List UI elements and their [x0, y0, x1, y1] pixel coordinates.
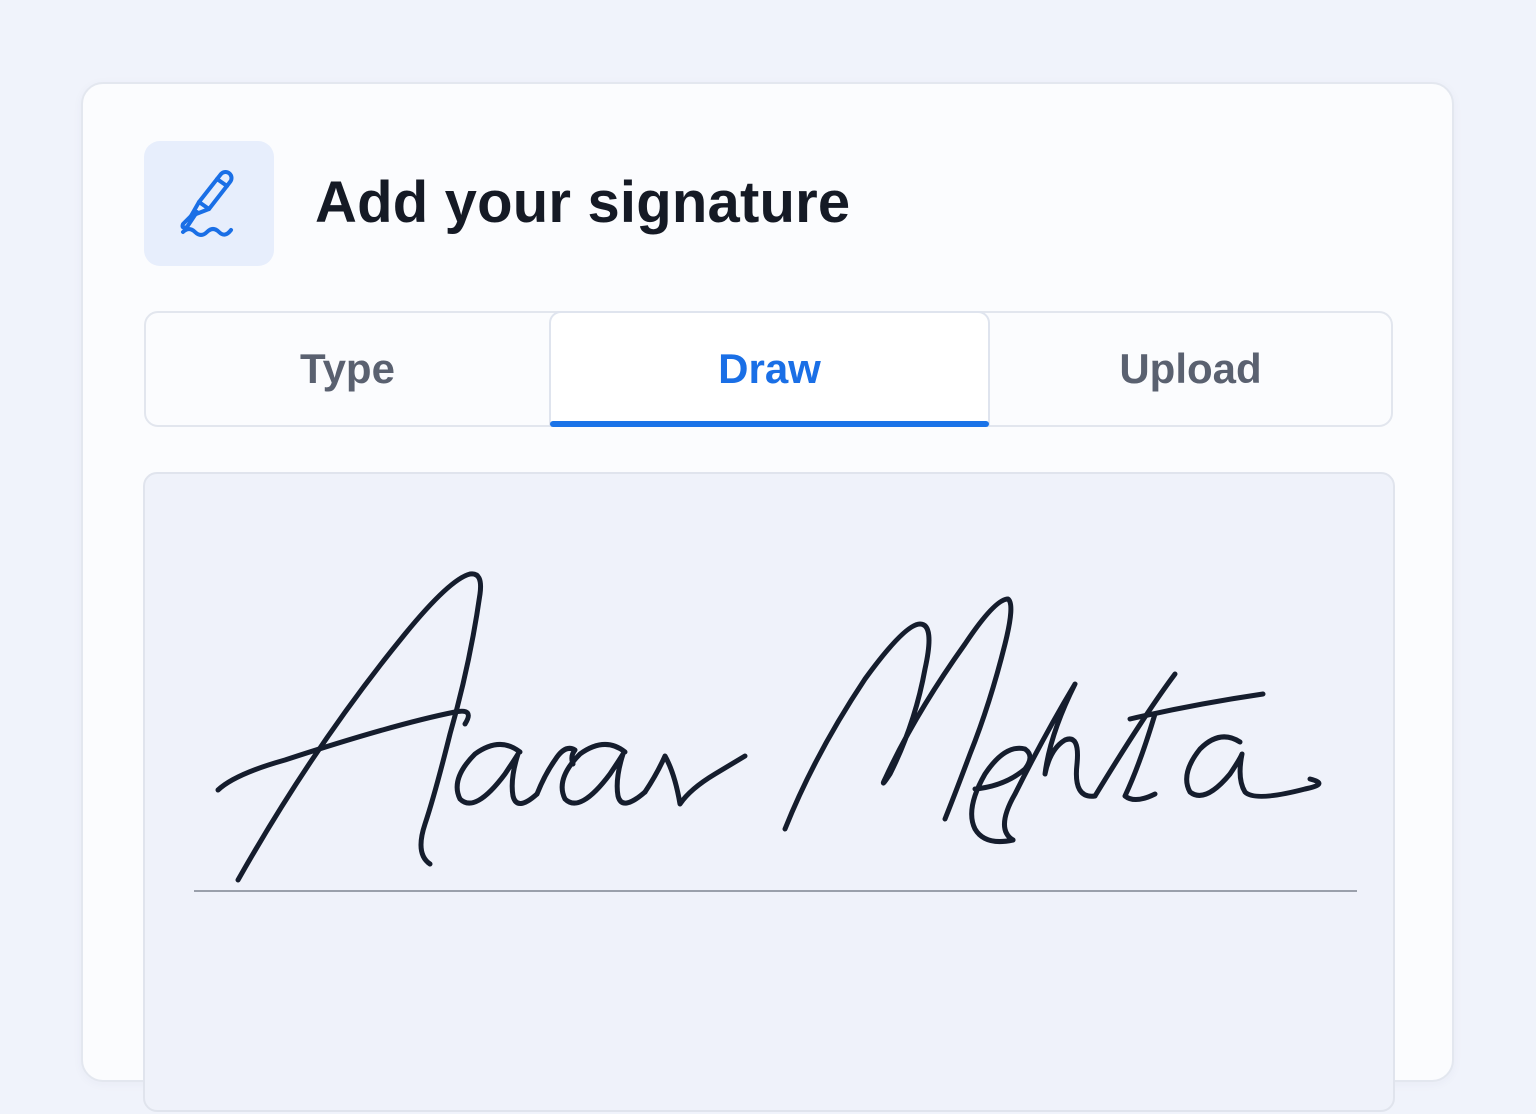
signature-mode-tabs: Type Draw Upload	[144, 311, 1393, 427]
tab-type[interactable]: Type	[146, 313, 549, 425]
tab-upload[interactable]: Upload	[990, 313, 1391, 425]
active-tab-indicator	[550, 421, 989, 427]
tab-draw[interactable]: Draw	[549, 311, 990, 427]
pen-signature-icon	[144, 141, 274, 266]
signature-drawing-canvas[interactable]	[143, 472, 1395, 1112]
tab-upload-label: Upload	[1119, 345, 1262, 392]
dialog-title: Add your signature	[315, 170, 851, 235]
drawn-signature	[215, 571, 1322, 883]
signature-baseline	[194, 890, 1357, 892]
tab-draw-label: Draw	[718, 345, 821, 392]
tab-type-label: Type	[300, 345, 395, 392]
signature-dialog: Add your signature Type Draw Upload	[81, 82, 1454, 1112]
